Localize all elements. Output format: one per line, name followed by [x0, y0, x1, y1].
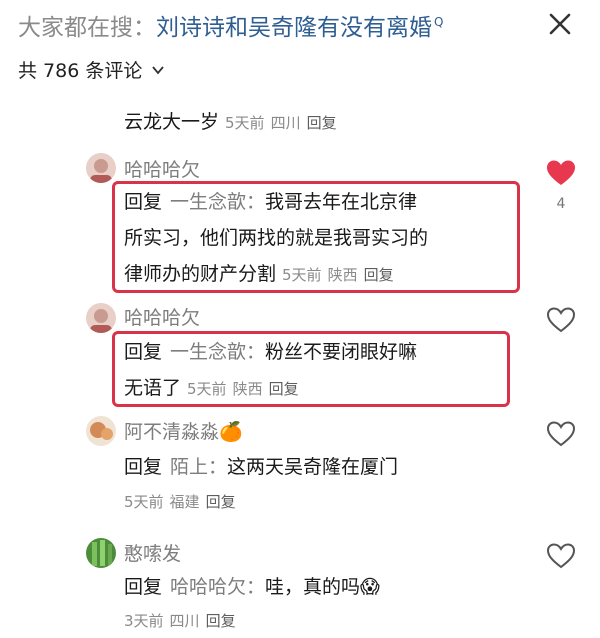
reply-target[interactable]: 一生念歆：: [170, 191, 265, 213]
comment-text-line: 我哥去年在北京律: [265, 191, 418, 213]
comment-time: 5天前: [124, 493, 164, 511]
username[interactable]: 哈哈哈欠: [124, 155, 200, 182]
comment-location: 四川: [270, 114, 301, 132]
reply-target[interactable]: 哈哈哈欠：: [170, 576, 265, 598]
search-icon: Q: [434, 15, 444, 30]
orange-emoji: 🍊: [219, 421, 243, 443]
reply-button[interactable]: 回复: [269, 380, 299, 398]
close-icon[interactable]: [544, 8, 576, 40]
search-suggestion[interactable]: 大家都在搜：刘诗诗和吴奇隆有没有离婚 Q: [18, 8, 443, 42]
comment-text: 哇，真的吗: [265, 576, 361, 598]
list-item: 阿不清淼淼🍊 回复 陌上：这两天吴奇隆在厦门 5天前 福建 回复: [0, 414, 600, 524]
comment-text: 这两天吴奇隆在厦门: [227, 456, 399, 478]
avatar[interactable]: [86, 416, 116, 446]
comment-text-line: 无语了: [124, 377, 182, 399]
avatar[interactable]: [86, 538, 116, 568]
search-topic-link[interactable]: 刘诗诗和吴奇隆有没有离婚: [156, 15, 432, 41]
comment-count-label: 共 786 条评论: [18, 60, 143, 82]
reply-label: 回复: [124, 191, 163, 213]
comment-count[interactable]: 共 786 条评论: [18, 56, 166, 83]
comment-text: 云龙大一岁: [124, 111, 220, 133]
reply-target[interactable]: 陌上：: [170, 456, 227, 478]
username-text: 阿不清淼淼: [124, 421, 220, 443]
list-item: 憨嗦发 回复 哈哈哈欠：哇，真的吗😱 3天前 四川 回复: [0, 536, 600, 638]
comment-time: 3天前: [124, 612, 164, 630]
username[interactable]: 憨嗦发: [124, 539, 181, 566]
like-count: 4: [556, 196, 566, 212]
comment-time: 5天前: [187, 380, 227, 398]
heart-outline-icon[interactable]: [546, 542, 576, 570]
comment-text-line: 粉丝不要闭眼好嘛: [265, 341, 418, 363]
reply-button[interactable]: 回复: [206, 493, 236, 511]
list-item: 哈哈哈欠 回复 一生念歆：粉丝不要闭眼好嘛 无语了 5天前 陕西 回复: [0, 300, 600, 410]
comments-header: 大家都在搜：刘诗诗和吴奇隆有没有离婚 Q 共 786 条评论: [0, 0, 600, 92]
scream-emoji: 😱: [360, 576, 380, 598]
chevron-down-icon: [152, 65, 165, 74]
comment-time: 5天前: [225, 114, 265, 132]
comment-location: 陕西: [232, 380, 263, 398]
reply-target[interactable]: 一生念歆：: [170, 341, 265, 363]
comment-time: 5天前: [282, 266, 322, 284]
avatar[interactable]: [86, 153, 116, 183]
search-prefix: 大家都在搜：: [18, 15, 156, 41]
comment-text-line: 律师办的财产分割: [124, 263, 277, 285]
comment-location: 陕西: [327, 266, 358, 284]
username[interactable]: 哈哈哈欠: [124, 303, 200, 330]
heart-filled-icon[interactable]: [546, 159, 576, 187]
reply-button[interactable]: 回复: [206, 612, 236, 630]
reply-label: 回复: [124, 341, 163, 363]
reply-button[interactable]: 回复: [307, 114, 337, 132]
heart-outline-icon[interactable]: [546, 306, 576, 334]
comment-location: 四川: [169, 612, 200, 630]
list-item: 哈哈哈欠 回复 一生念歆：我哥去年在北京律 所实习，他们两找的就是我哥实习的 律师…: [0, 150, 600, 300]
username[interactable]: 阿不清淼淼🍊: [124, 417, 243, 444]
comment-location: 福建: [169, 493, 200, 511]
reply-label: 回复: [124, 576, 163, 598]
reply-button[interactable]: 回复: [364, 266, 394, 284]
comment-text-line: 所实习，他们两找的就是我哥实习的: [124, 227, 429, 249]
list-item: 云龙大一岁 5天前 四川 回复: [0, 104, 600, 140]
avatar[interactable]: [86, 303, 116, 333]
reply-label: 回复: [124, 456, 163, 478]
heart-outline-icon[interactable]: [546, 420, 576, 448]
